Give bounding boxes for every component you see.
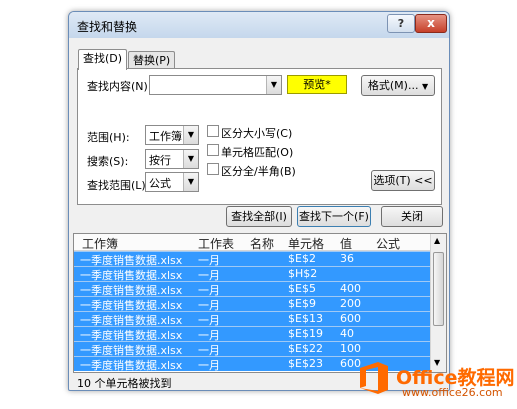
title-bar[interactable]: 查找和替换 ? x (69, 12, 449, 38)
chevron-down-icon[interactable]: ▼ (183, 150, 198, 168)
match-case-label: 区分大小写(C) (221, 127, 293, 140)
match-case-checkbox[interactable] (207, 125, 219, 137)
cell-address: $E$23 (288, 357, 323, 370)
cell-value: 400 (340, 282, 361, 295)
close-icon: x (427, 16, 435, 30)
cell-book: 一季度销售数据.xlsx (80, 359, 183, 372)
results-header: 工作簿 工作表 名称 单元格 值 公式 (74, 234, 430, 251)
help-button[interactable]: ? (387, 14, 415, 33)
results-scrollbar[interactable]: ▲ ▼ (430, 234, 446, 372)
table-row[interactable]: 一季度销售数据.xlsx 一月 $E$22 100 (74, 341, 430, 357)
chevron-down-icon[interactable]: ▼ (266, 76, 281, 94)
find-all-button[interactable]: 查找全部(I) (226, 206, 292, 227)
find-content-label: 查找内容(N): (87, 80, 152, 93)
format-button[interactable]: 格式(M)... ▼ (361, 75, 435, 96)
col-header-name[interactable]: 名称 (250, 235, 274, 252)
col-header-formula[interactable]: 公式 (376, 235, 400, 252)
col-header-book[interactable]: 工作簿 (82, 235, 118, 252)
format-button-label: 格式(M)... (367, 79, 419, 92)
scope-label: 范围(H): (87, 131, 130, 144)
table-row[interactable]: 一季度销售数据.xlsx 一月 $E$9 200 (74, 296, 430, 312)
table-row[interactable]: 一季度销售数据.xlsx 一月 $E$2 36 (74, 251, 430, 267)
chevron-down-icon[interactable]: ▼ (183, 126, 198, 144)
find-content-input[interactable]: ▼ (149, 75, 282, 95)
match-width-checkbox[interactable] (207, 163, 219, 175)
cell-value: 600 (340, 312, 361, 325)
find-replace-dialog: 查找和替换 ? x 查找(D) 替换(P) 查找内容(N): ▼ 预览* 格式(… (68, 11, 450, 391)
tab-replace-label: 替换(P) (133, 54, 171, 67)
office-logo-icon (360, 362, 388, 394)
scope-select[interactable]: 工作簿 ▼ (145, 125, 199, 145)
cell-address: $E$19 (288, 327, 323, 340)
lookin-value: 公式 (149, 177, 171, 190)
match-cell-checkbox[interactable] (207, 144, 219, 156)
lookin-label: 查找范围(L): (87, 179, 150, 192)
chevron-down-icon[interactable]: ▼ (183, 173, 198, 191)
status-text: 10 个单元格被找到 (77, 377, 172, 390)
tab-find[interactable]: 查找(D) (78, 49, 128, 70)
match-cell-label: 单元格匹配(O) (221, 146, 294, 159)
cell-address: $E$9 (288, 297, 316, 310)
cell-address: $E$2 (288, 252, 316, 265)
col-header-value[interactable]: 值 (340, 235, 352, 252)
cell-value: 36 (340, 252, 354, 265)
table-row[interactable]: 一季度销售数据.xlsx 一月 $H$2 (74, 266, 430, 282)
match-width-label: 区分全/半角(B) (221, 165, 296, 178)
cell-value: 200 (340, 297, 361, 310)
cell-address: $E$22 (288, 342, 323, 355)
watermark-url: www.office26.com (402, 386, 503, 399)
search-label: 搜索(S): (87, 155, 129, 168)
cell-address: $E$5 (288, 282, 316, 295)
cell-address: $H$2 (288, 267, 318, 280)
cell-value: 100 (340, 342, 361, 355)
cell-sheet: 一月 (198, 359, 220, 372)
col-header-cell[interactable]: 单元格 (288, 235, 324, 252)
close-button[interactable]: 关闭 (381, 206, 443, 227)
table-row[interactable]: 一季度销售数据.xlsx 一月 $E$13 600 (74, 311, 430, 327)
lookin-select[interactable]: 公式 ▼ (145, 172, 199, 192)
search-value: 按行 (149, 154, 171, 167)
table-row[interactable]: 一季度销售数据.xlsx 一月 $E$19 40 (74, 326, 430, 342)
chevron-down-icon: ▼ (421, 82, 429, 91)
scope-value: 工作簿 (149, 130, 182, 143)
options-button[interactable]: 选项(T) << (371, 170, 435, 191)
table-row[interactable]: 一季度销售数据.xlsx 一月 $E$5 400 (74, 281, 430, 297)
close-window-button[interactable]: x (415, 14, 447, 33)
find-next-button[interactable]: 查找下一个(F) (297, 206, 371, 227)
col-header-sheet[interactable]: 工作表 (198, 235, 234, 252)
cell-value: 40 (340, 327, 354, 340)
search-select[interactable]: 按行 ▼ (145, 149, 199, 169)
scrollbar-thumb[interactable] (433, 252, 444, 326)
format-preview: 预览* (287, 75, 347, 94)
results-list[interactable]: 工作簿 工作表 名称 单元格 值 公式 一季度销售数据.xlsx 一月 $E$2… (73, 233, 447, 373)
cell-address: $E$13 (288, 312, 323, 325)
tab-find-label: 查找(D) (83, 52, 123, 65)
dialog-title: 查找和替换 (77, 20, 138, 34)
scroll-up-icon[interactable]: ▲ (434, 236, 440, 245)
